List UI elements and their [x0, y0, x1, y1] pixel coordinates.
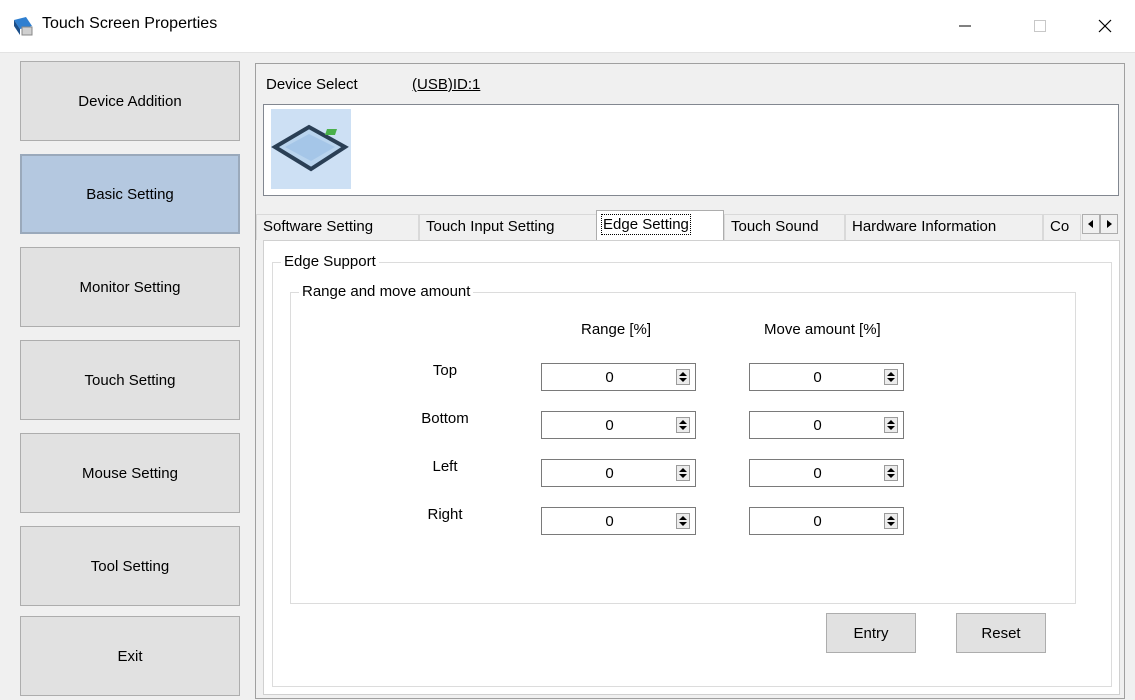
entry-button[interactable]: Entry — [826, 613, 916, 653]
range-move-title: Range and move amount — [299, 283, 474, 300]
left-label: Left — [432, 458, 458, 475]
sidebar-item-label: Exit — [117, 647, 143, 665]
entry-button-label: Entry — [853, 624, 889, 642]
device-list[interactable] — [263, 104, 1119, 196]
right-label: Right — [427, 506, 463, 523]
spin-value: 0 — [813, 417, 822, 434]
edge-support-group: Edge Support Range and move amount Range… — [272, 253, 1112, 687]
reset-button-label: Reset — [981, 624, 1021, 642]
top-move-input[interactable]: 0 — [749, 363, 904, 391]
spin-updown-icon[interactable] — [884, 465, 898, 481]
device-select-label: Device Select — [266, 76, 358, 93]
tool-setting-button[interactable]: Tool Setting — [20, 526, 240, 606]
right-move-input[interactable]: 0 — [749, 507, 904, 535]
main-panel: Device Select (USB)ID:1 Software Setting… — [255, 63, 1125, 699]
close-button[interactable] — [1075, 0, 1135, 52]
spin-value: 0 — [813, 465, 822, 482]
mouse-setting-button[interactable]: Mouse Setting — [20, 433, 240, 513]
title-bar: Touch Screen Properties — [0, 0, 1135, 52]
window-title: Touch Screen Properties — [42, 15, 218, 32]
range-column-header: Range [%] — [581, 321, 652, 338]
top-range-input[interactable]: 0 — [541, 363, 696, 391]
bottom-move-input[interactable]: 0 — [749, 411, 904, 439]
sidebar-item-label: Basic Setting — [86, 185, 174, 203]
tab-label: Touch Input Setting — [426, 218, 555, 235]
device-item[interactable] — [271, 109, 351, 189]
top-label: Top — [432, 362, 458, 379]
reset-button[interactable]: Reset — [956, 613, 1046, 653]
spin-updown-icon[interactable] — [884, 417, 898, 433]
bottom-range-input[interactable]: 0 — [541, 411, 696, 439]
edge-setting-panel: Edge Support Range and move amount Range… — [263, 240, 1120, 695]
tab-co[interactable]: Co — [1043, 214, 1081, 240]
bottom-label: Bottom — [421, 410, 469, 427]
edge-support-title: Edge Support — [281, 253, 379, 270]
spin-value: 0 — [605, 417, 614, 434]
sidebar-item-label: Monitor Setting — [79, 278, 181, 296]
scroll-right-icon — [1107, 220, 1112, 228]
device-addition-button[interactable]: Device Addition — [20, 61, 240, 141]
device-select-value[interactable]: (USB)ID:1 — [412, 76, 480, 93]
range-move-group: Range and move amount Range [%] Move amo… — [290, 283, 1076, 604]
minimize-icon — [959, 25, 971, 27]
sidebar-item-label: Touch Setting — [84, 371, 176, 389]
tab-label: Co — [1050, 218, 1070, 235]
tab-label: Software Setting — [263, 218, 374, 235]
minimize-button[interactable] — [935, 0, 995, 52]
basic-setting-button[interactable]: Basic Setting — [20, 154, 240, 234]
tab-label: Edge Setting — [601, 214, 691, 235]
close-icon — [1098, 19, 1112, 33]
maximize-button[interactable] — [1010, 0, 1070, 52]
spin-value: 0 — [605, 513, 614, 530]
spin-updown-icon[interactable] — [884, 513, 898, 529]
left-move-input[interactable]: 0 — [749, 459, 904, 487]
tab-software-setting[interactable]: Software Setting — [256, 214, 419, 240]
tab-hardware-information[interactable]: Hardware Information — [845, 214, 1043, 240]
spin-value: 0 — [813, 369, 822, 386]
window-body: Device Addition Basic Setting Monitor Se… — [0, 52, 1135, 700]
sidebar-item-label: Device Addition — [78, 92, 182, 110]
scroll-left-icon — [1088, 220, 1093, 228]
spin-updown-icon[interactable] — [676, 417, 690, 433]
tab-scroll-right[interactable] — [1100, 214, 1118, 234]
app-icon — [14, 17, 33, 36]
spin-value: 0 — [813, 513, 822, 530]
exit-button[interactable]: Exit — [20, 616, 240, 696]
spin-updown-icon[interactable] — [676, 369, 690, 385]
tab-touch-input-setting[interactable]: Touch Input Setting — [419, 214, 599, 240]
left-range-input[interactable]: 0 — [541, 459, 696, 487]
right-range-input[interactable]: 0 — [541, 507, 696, 535]
maximize-icon — [1034, 20, 1046, 32]
monitor-setting-button[interactable]: Monitor Setting — [20, 247, 240, 327]
touch-setting-button[interactable]: Touch Setting — [20, 340, 240, 420]
sidebar-item-label: Tool Setting — [90, 557, 170, 575]
tab-label: Touch Sound — [731, 218, 819, 235]
tab-label: Hardware Information — [852, 218, 997, 235]
spin-updown-icon[interactable] — [676, 465, 690, 481]
spin-value: 0 — [605, 465, 614, 482]
move-column-header: Move amount [%] — [764, 321, 881, 338]
sidebar-item-label: Mouse Setting — [82, 464, 178, 482]
tab-scroll-left[interactable] — [1082, 214, 1100, 234]
spin-value: 0 — [605, 369, 614, 386]
spin-updown-icon[interactable] — [884, 369, 898, 385]
tab-edge-setting[interactable]: Edge Setting — [596, 210, 724, 241]
tab-touch-sound[interactable]: Touch Sound — [724, 214, 845, 240]
spin-updown-icon[interactable] — [676, 513, 690, 529]
touch-panel-icon — [271, 124, 349, 172]
